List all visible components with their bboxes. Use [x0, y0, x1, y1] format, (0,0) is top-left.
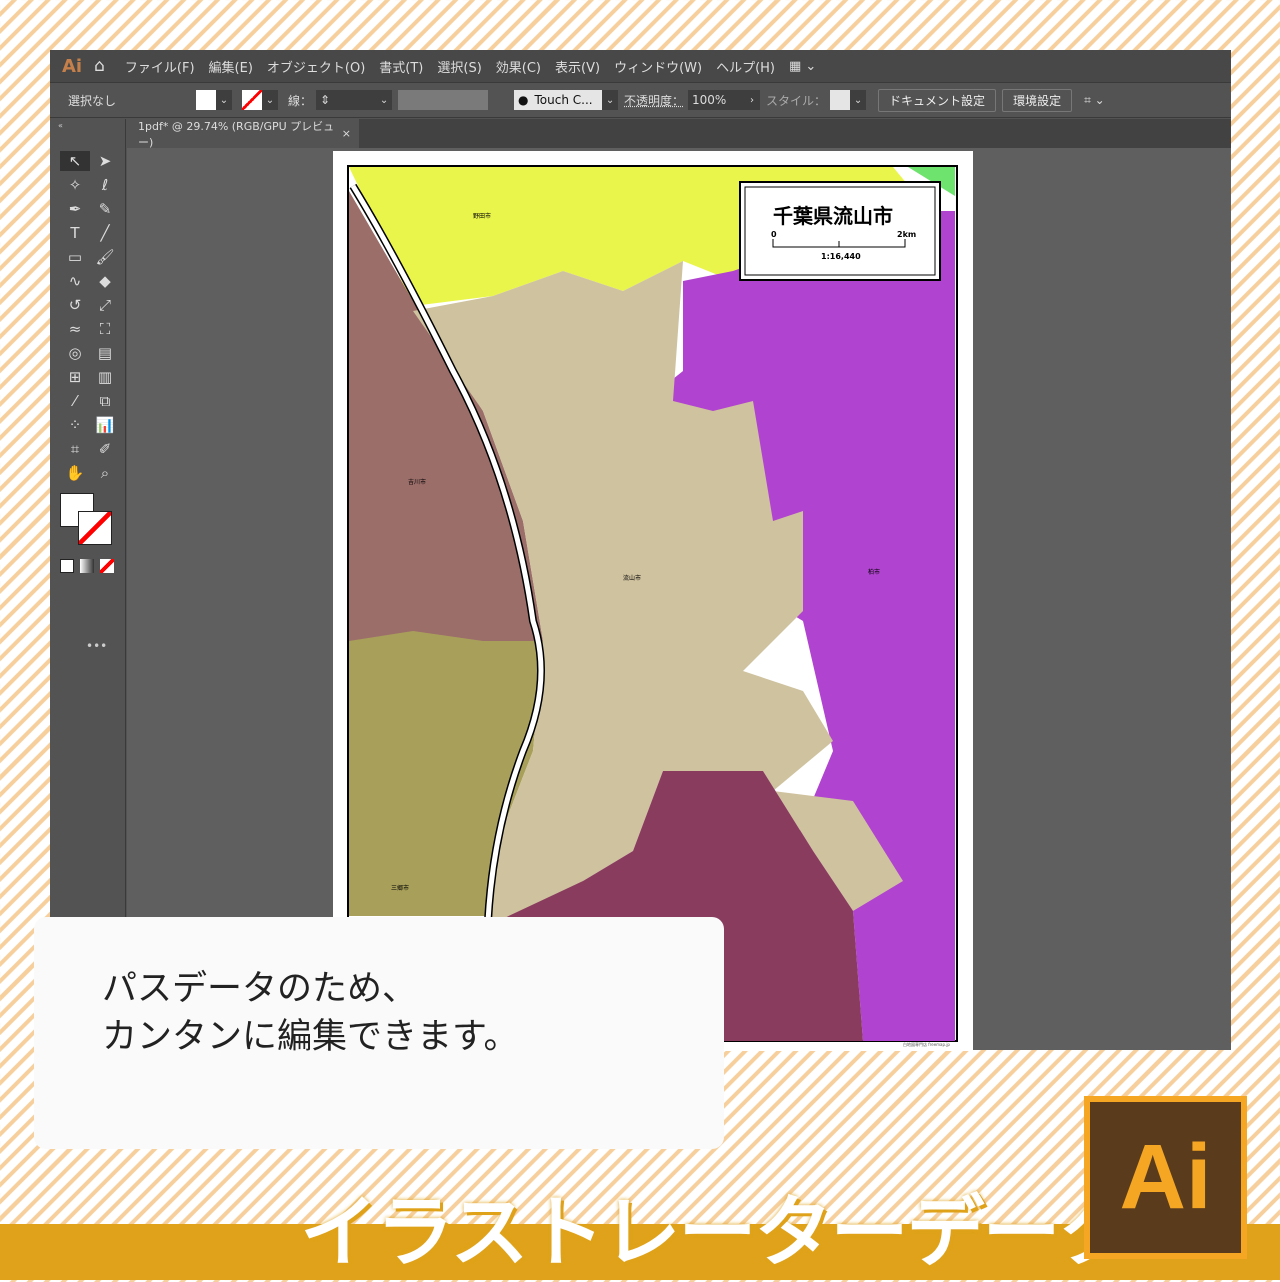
preferences-button[interactable]: 環境設定	[1002, 88, 1073, 112]
pen-tool-icon[interactable]: ✒	[60, 199, 90, 219]
free-transform-icon[interactable]: ⛶	[90, 319, 120, 339]
banner-title: イラストレーターデータ	[300, 1188, 1136, 1278]
rectangle-tool-icon[interactable]: ▭	[60, 247, 90, 267]
stroke-weight-dropdown[interactable]: ⌄	[376, 90, 393, 110]
color-mode-buttons	[60, 559, 114, 573]
tab-document[interactable]: 1pdf* @ 29.74% (RGB/GPU プレビュー) ×	[127, 119, 359, 149]
label-kashiwa: 柏市	[868, 568, 880, 576]
symbol-sprayer-icon[interactable]: ⁘	[60, 415, 90, 435]
tool-grid: ↖ ➤ ✧ ℓ ✒ ✎ T ╱ ▭ 🖌 ∿ ◆ ↺ ⤢ ≈ ⛶ ◎ ▤ ⊞ ▥ ⁄ ⧉ ⁘ 📊 ⌗ ✐ ✋…	[60, 151, 120, 483]
brush-dropdown[interactable]: ⌄	[602, 90, 619, 110]
shape-builder-icon[interactable]: ◎	[60, 343, 90, 363]
mesh-tool-icon[interactable]: ⊞	[60, 367, 90, 387]
artboard: 野田市 吉川市 流山市 柏市 三郷市 千葉県流山市 0 2km 1:16,440…	[333, 151, 973, 1051]
opacity-input[interactable]: 100%	[688, 90, 745, 110]
city-map: 野田市 吉川市 流山市 柏市 三郷市 千葉県流山市 0 2km 1:16,440…	[347, 165, 958, 1047]
none-button[interactable]	[100, 559, 114, 573]
style-dropdown[interactable]: ⌄	[850, 90, 867, 110]
tab-title: 1pdf* @ 29.74% (RGB/GPU プレビュー)	[138, 119, 335, 149]
canvas[interactable]: 野田市 吉川市 流山市 柏市 三郷市 千葉県流山市 0 2km 1:16,440…	[127, 148, 1231, 1051]
style-swatch[interactable]	[830, 90, 851, 110]
paintbrush-icon[interactable]: 🖌	[90, 247, 120, 267]
caption-card: パスデータのため、 カンタンに編集できます。	[34, 917, 724, 1149]
home-icon[interactable]: ⌂	[94, 56, 105, 76]
selection-status: 選択なし	[68, 93, 117, 108]
app-logo: Ai	[62, 55, 83, 77]
scale-ratio: 1:16,440	[821, 252, 861, 261]
zoom-tool-icon[interactable]: ⌕	[90, 463, 120, 483]
document-settings-button[interactable]: ドキュメント設定	[878, 88, 997, 112]
stroke-label: 線：	[288, 93, 313, 108]
menu-select[interactable]: 選択(S)	[437, 57, 481, 76]
scale-end: 2km	[897, 230, 916, 239]
workspace-switcher-icon[interactable]: ▦ ⌄	[789, 59, 816, 74]
eyedropper-icon[interactable]: ⁄	[60, 391, 90, 411]
menu-effect[interactable]: 効果(C)	[496, 57, 541, 76]
stroke-weight-input[interactable]: ⇕	[316, 90, 377, 110]
eraser-icon[interactable]: ◆	[90, 271, 120, 291]
artboard-tool-icon[interactable]: ⌗	[60, 439, 90, 459]
fill-swatch[interactable]	[196, 90, 216, 110]
logo-text: Ai	[1090, 1102, 1241, 1253]
color-button[interactable]	[60, 559, 74, 573]
arrange-icon[interactable]: ⌗ ⌄	[1084, 93, 1105, 108]
menu-type[interactable]: 書式(T)	[379, 57, 423, 76]
gradient-button[interactable]	[80, 559, 94, 573]
menu-bar: Ai ⌂ ファイル(F) 編集(E) オブジェクト(O) 書式(T) 選択(S)…	[50, 50, 1231, 82]
rotate-tool-icon[interactable]: ↺	[60, 295, 90, 315]
curvature-tool-icon[interactable]: ✎	[90, 199, 120, 219]
opacity-arrow[interactable]: ›	[744, 90, 761, 110]
scale-start: 0	[771, 230, 777, 239]
close-tab-icon[interactable]: ×	[342, 127, 351, 140]
control-bar: 選択なし ⌄ ⌄ 線： ⇕ ⌄ ● Touch C... ⌄ 不透明度： 100% ›…	[50, 82, 1231, 118]
type-tool-icon[interactable]: T	[60, 223, 90, 243]
scale-tool-icon[interactable]: ⤢	[90, 295, 120, 315]
lasso-icon[interactable]: ℓ	[90, 175, 120, 195]
label-misato: 三郷市	[391, 884, 409, 892]
brush-name: Touch C...	[534, 93, 593, 107]
style-label: スタイル：	[766, 93, 827, 108]
menu-file[interactable]: ファイル(F)	[125, 57, 195, 76]
slice-tool-icon[interactable]: ✐	[90, 439, 120, 459]
shaper-tool-icon[interactable]: ∿	[60, 271, 90, 291]
label-yoshikawa: 吉川市	[408, 478, 426, 486]
menu-view[interactable]: 表示(V)	[555, 57, 600, 76]
line-tool-icon[interactable]: ╱	[90, 223, 120, 243]
hand-tool-icon[interactable]: ✋	[60, 463, 90, 483]
more-tools-icon[interactable]: •••	[86, 639, 107, 653]
document-tabs: 1pdf* @ 29.74% (RGB/GPU プレビュー) ×	[127, 119, 1231, 149]
direct-selection-tool-icon[interactable]: ➤	[90, 151, 120, 171]
label-nagareyama: 流山市	[623, 574, 641, 582]
tools-panel: « ↖ ➤ ✧ ℓ ✒ ✎ T ╱ ▭ 🖌 ∿ ◆ ↺ ⤢ ≈ ⛶ ◎ ▤ ⊞ ▥ ⁄ ⧉ ⁘ 📊 ⌗ ✐…	[50, 119, 126, 1050]
menu-window[interactable]: ウィンドウ(W)	[614, 57, 702, 76]
brush-select[interactable]: ● Touch C...	[514, 90, 603, 110]
label-noda: 野田市	[473, 212, 491, 220]
illustrator-window: Ai ⌂ ファイル(F) 編集(E) オブジェクト(O) 書式(T) 選択(S)…	[50, 50, 1231, 1051]
menu-object[interactable]: オブジェクト(O)	[267, 57, 365, 76]
blend-tool-icon[interactable]: ⧉	[90, 391, 120, 411]
illustrator-logo: Ai	[1084, 1096, 1247, 1259]
width-tool-icon[interactable]: ≈	[60, 319, 90, 339]
map-title: 千葉県流山市	[773, 204, 893, 228]
menu-edit[interactable]: 編集(E)	[209, 57, 253, 76]
graph-tool-icon[interactable]: 📊	[90, 415, 120, 435]
stroke-dropdown[interactable]: ⌄	[262, 90, 278, 110]
menu-help[interactable]: ヘルプ(H)	[716, 57, 775, 76]
caption-line-1: パスデータのため、	[102, 969, 418, 1009]
stroke-swatch[interactable]	[242, 90, 262, 110]
perspective-grid-icon[interactable]: ▤	[90, 343, 120, 363]
collapse-icon[interactable]: «	[50, 119, 125, 132]
magic-wand-icon[interactable]: ✧	[60, 175, 90, 195]
map-credit: 白地図専門店 freemap.jp	[903, 1041, 950, 1047]
opacity-label[interactable]: 不透明度：	[624, 92, 684, 109]
variable-width-profile[interactable]	[398, 90, 489, 110]
selection-tool-icon[interactable]: ↖	[60, 151, 90, 171]
caption-line-2: カンタンに編集できます。	[102, 1017, 519, 1057]
gradient-tool-icon[interactable]: ▥	[90, 367, 120, 387]
fill-dropdown[interactable]: ⌄	[216, 90, 232, 110]
stroke-color-box[interactable]	[78, 511, 112, 545]
